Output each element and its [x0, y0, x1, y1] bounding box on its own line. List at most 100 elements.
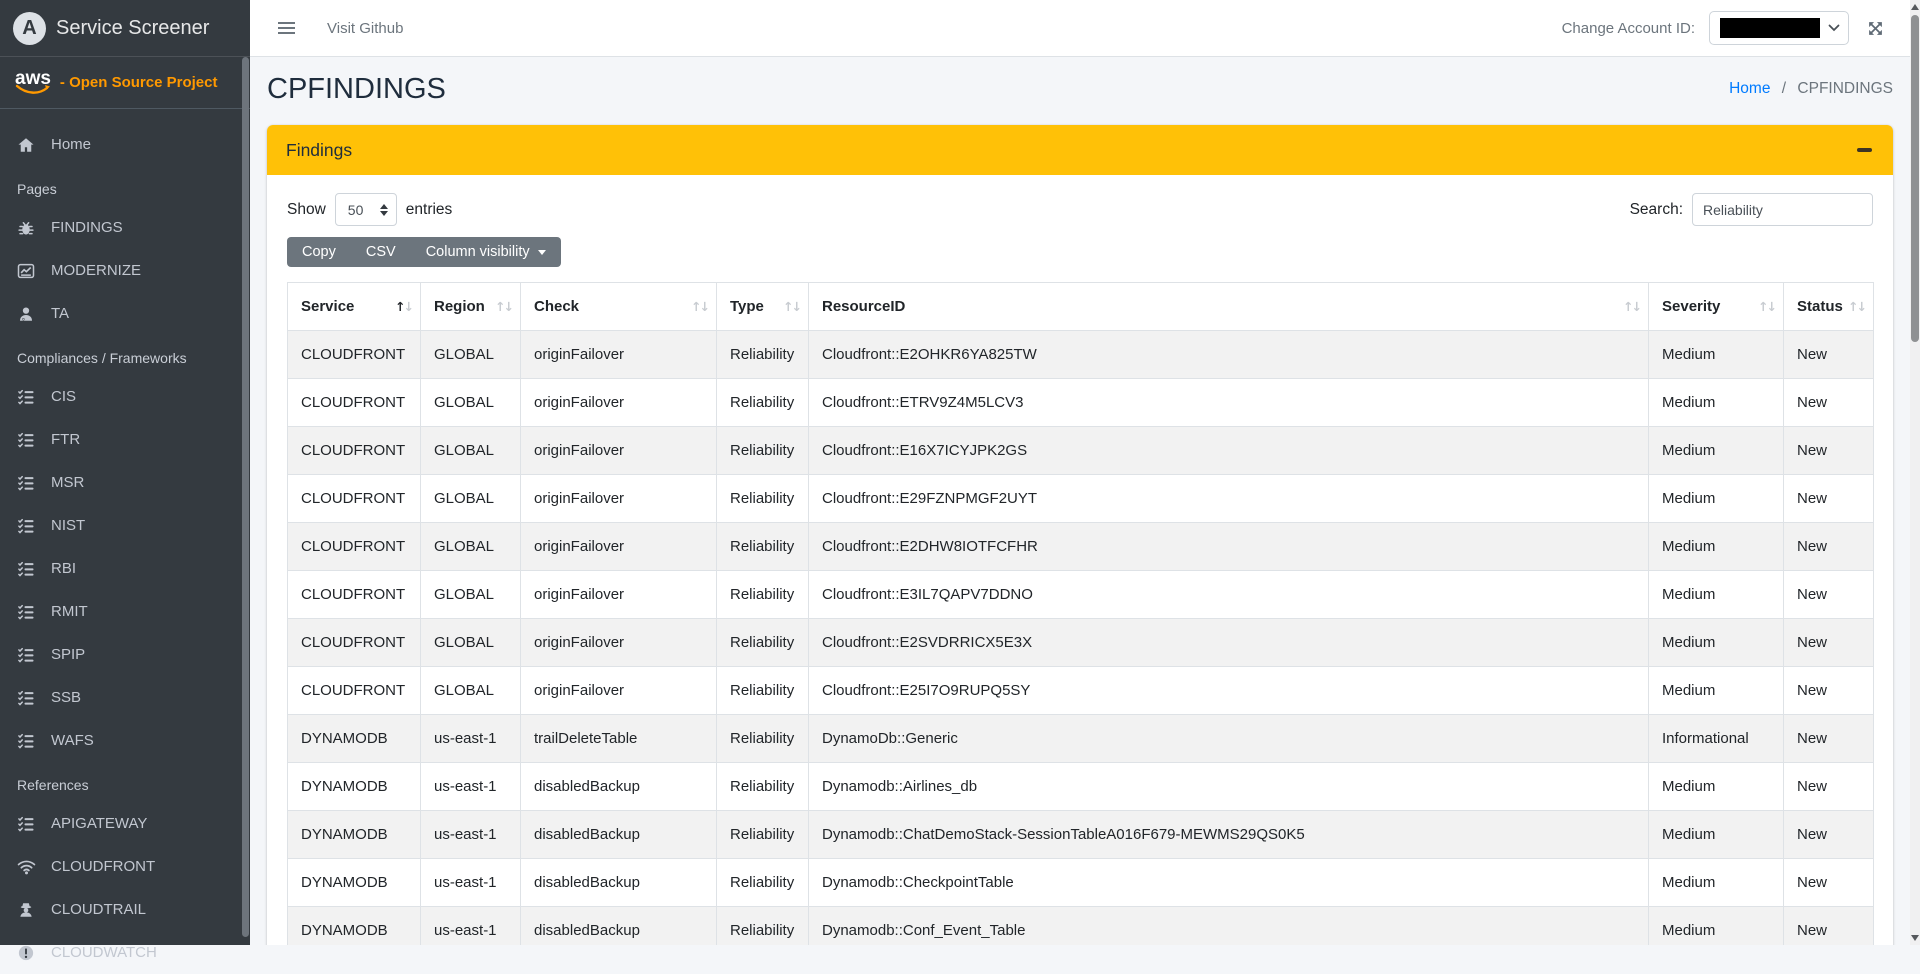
menu-toggle-button[interactable] — [276, 15, 297, 41]
breadcrumb-home-link[interactable]: Home — [1729, 80, 1770, 97]
cell-resourceid: DynamoDb::Generic — [809, 715, 1649, 763]
cell-check: originFailover — [521, 475, 717, 523]
cell-service: DYNAMODB — [288, 715, 421, 763]
sidebar-item-nist[interactable]: NIST — [0, 504, 250, 547]
search-label: Search: — [1630, 201, 1683, 219]
tasks-icon — [17, 732, 43, 750]
sidebar-item-modernize[interactable]: MODERNIZE — [0, 249, 250, 292]
sidebar-item-ftr[interactable]: FTR — [0, 418, 250, 461]
cell-service: CLOUDFRONT — [288, 571, 421, 619]
sidebar-item-apigateway[interactable]: APIGATEWAY — [0, 802, 250, 845]
wifi-icon — [17, 857, 43, 876]
sidebar-item-ta[interactable]: TA — [0, 292, 250, 335]
sidebar-item-cloudtrail[interactable]: CLOUDTRAIL — [0, 888, 250, 931]
cell-resourceid: Cloudfront::ETRV9Z4M5LCV3 — [809, 379, 1649, 427]
column-header-resourceid[interactable]: ResourceID↑↓ — [809, 283, 1649, 331]
table-row: CLOUDFRONT GLOBAL originFailover Reliabi… — [288, 475, 1874, 523]
tasks-icon — [17, 431, 43, 449]
cell-status: New — [1784, 619, 1874, 667]
aws-logo: aws — [15, 70, 51, 95]
cell-region: GLOBAL — [421, 427, 521, 475]
sidebar-item-findings[interactable]: FINDINGS — [0, 206, 250, 249]
sidebar-item-wafs[interactable]: WAFS — [0, 719, 250, 762]
account-id-select[interactable] — [1709, 11, 1849, 45]
cell-type: Reliability — [717, 619, 809, 667]
sidebar-section-references: References — [0, 762, 250, 802]
table-row: CLOUDFRONT GLOBAL originFailover Reliabi… — [288, 667, 1874, 715]
cell-type: Reliability — [717, 715, 809, 763]
cell-check: disabledBackup — [521, 811, 717, 859]
sidebar-item-label: APIGATEWAY — [51, 815, 147, 832]
sidebar-section-pages: Pages — [0, 166, 250, 206]
cell-check: originFailover — [521, 667, 717, 715]
cell-severity: Medium — [1649, 523, 1784, 571]
sidebar-item-spip[interactable]: SPIP — [0, 633, 250, 676]
app-logo-icon: A — [13, 12, 46, 45]
sidebar-item-cis[interactable]: CIS — [0, 375, 250, 418]
page-scrollbar-thumb[interactable] — [1911, 15, 1919, 342]
cell-resourceid: Cloudfront::E2DHW8IOTFCFHR — [809, 523, 1649, 571]
sidebar-item-cloudwatch[interactable]: CLOUDWATCH — [0, 931, 250, 974]
scroll-down-icon[interactable] — [1911, 935, 1919, 941]
table-buttons: Copy CSV Column visibility — [287, 237, 561, 267]
cell-region: us-east-1 — [421, 811, 521, 859]
cell-type: Reliability — [717, 907, 809, 946]
top-navbar: Visit Github Change Account ID: — [250, 0, 1920, 57]
column-header-type[interactable]: Type↑↓ — [717, 283, 809, 331]
minus-icon — [1857, 148, 1872, 152]
sidebar-scrollbar[interactable] — [242, 57, 249, 937]
sidebar-item-label: FINDINGS — [51, 219, 123, 236]
sidebar-item-rmit[interactable]: RMIT — [0, 590, 250, 633]
cell-type: Reliability — [717, 475, 809, 523]
column-header-status[interactable]: Status ↑↓ — [1784, 283, 1874, 331]
column-header-severity[interactable]: Severity↑↓ — [1649, 283, 1784, 331]
cell-region: us-east-1 — [421, 763, 521, 811]
cell-status: New — [1784, 811, 1874, 859]
sidebar-item-ssb[interactable]: SSB — [0, 676, 250, 719]
cell-service: DYNAMODB — [288, 811, 421, 859]
sidebar-item-label: CLOUDTRAIL — [51, 901, 146, 918]
column-header-service[interactable]: Service↑↓ — [288, 283, 421, 331]
aws-panel: aws - Open Source Project — [0, 57, 250, 109]
fullscreen-button[interactable] — [1867, 20, 1884, 37]
search-input[interactable] — [1692, 193, 1873, 226]
findings-table-body: CLOUDFRONT GLOBAL originFailover Reliabi… — [288, 331, 1874, 946]
cell-severity: Medium — [1649, 379, 1784, 427]
copy-button[interactable]: Copy — [287, 237, 351, 267]
entries-select[interactable]: 50 — [335, 193, 397, 226]
page-scrollbar[interactable] — [1910, 0, 1920, 945]
cell-service: DYNAMODB — [288, 859, 421, 907]
column-visibility-button[interactable]: Column visibility — [411, 237, 561, 267]
csv-button[interactable]: CSV — [351, 237, 411, 267]
sidebar-item-cloudfront[interactable]: CLOUDFRONT — [0, 845, 250, 888]
sidebar-item-home[interactable]: Home — [0, 123, 250, 166]
collapse-button[interactable] — [1855, 142, 1874, 158]
cell-severity: Medium — [1649, 571, 1784, 619]
cell-resourceid: Dynamodb::ChatDemoStack-SessionTableA016… — [809, 811, 1649, 859]
column-label: Status — [1797, 298, 1843, 315]
sort-icon: ↑↓ — [1848, 299, 1865, 314]
findings-card-title: Findings — [286, 140, 352, 161]
cell-resourceid: Cloudfront::E2OHKR6YA825TW — [809, 331, 1649, 379]
column-header-check[interactable]: Check↑↓ — [521, 283, 717, 331]
main-content: CPFINDINGS Home / CPFINDINGS Findings Sh… — [250, 57, 1920, 945]
cell-severity: Medium — [1649, 475, 1784, 523]
user-secret-icon — [17, 901, 43, 919]
cell-check: originFailover — [521, 523, 717, 571]
sidebar-item-msr[interactable]: MSR — [0, 461, 250, 504]
scroll-up-icon[interactable] — [1911, 4, 1919, 10]
tasks-icon — [17, 815, 43, 833]
expand-icon — [1867, 20, 1884, 37]
home-icon — [17, 136, 43, 154]
breadcrumb-current: CPFINDINGS — [1797, 80, 1893, 97]
cell-region: us-east-1 — [421, 715, 521, 763]
findings-card-header[interactable]: Findings — [267, 125, 1893, 175]
visit-github-link[interactable]: Visit Github — [327, 20, 403, 37]
cell-severity: Medium — [1649, 331, 1784, 379]
column-header-region[interactable]: Region↑↓ — [421, 283, 521, 331]
brand[interactable]: A Service Screener — [0, 0, 250, 57]
tasks-icon — [17, 474, 43, 492]
sidebar-item-rbi[interactable]: RBI — [0, 547, 250, 590]
tasks-icon — [17, 603, 43, 621]
cell-resourceid: Cloudfront::E29FZNPMGF2UYT — [809, 475, 1649, 523]
